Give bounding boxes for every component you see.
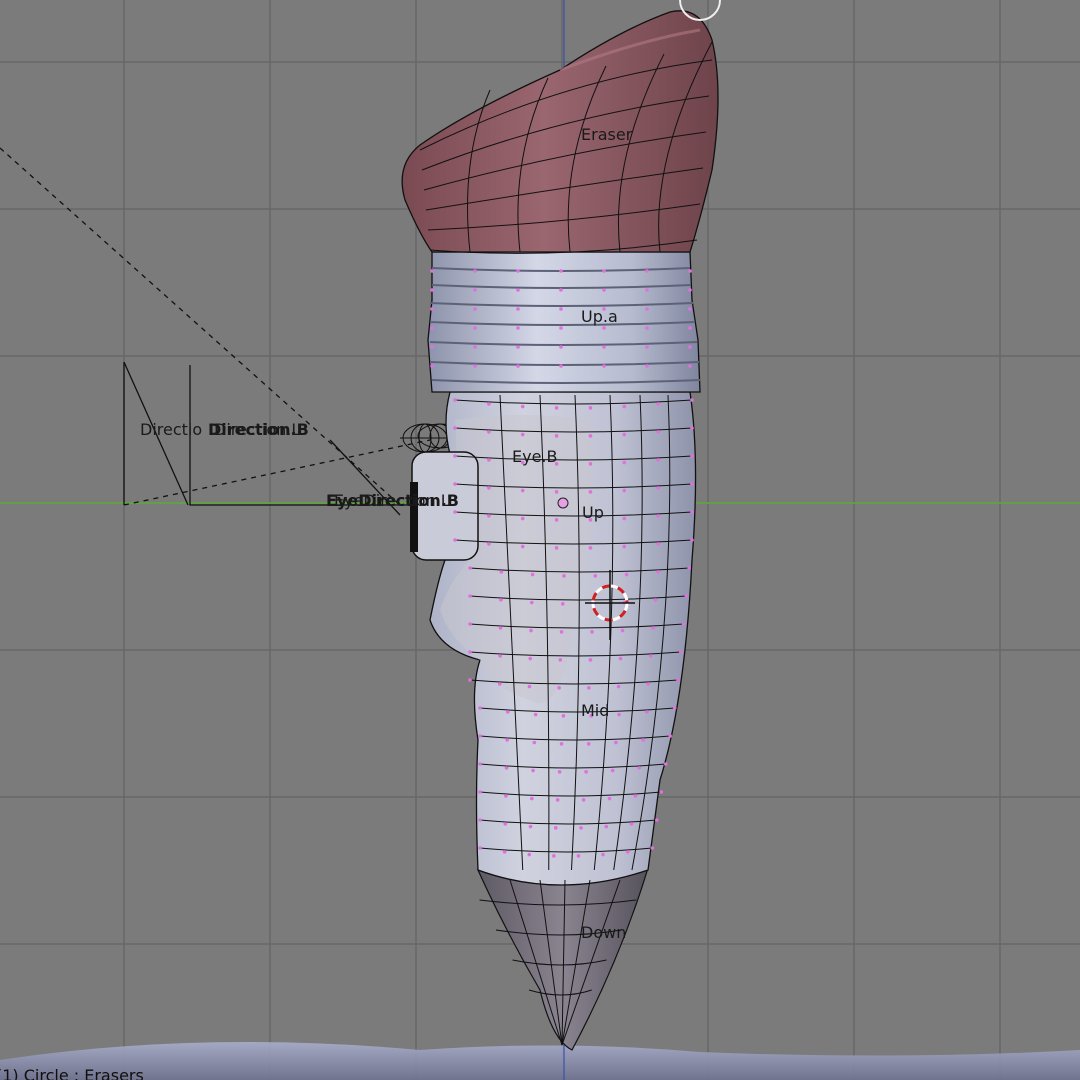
pencil-tip <box>476 867 649 1051</box>
pencil-eraser <box>401 10 719 253</box>
viewport-status-text: (1) Circle : Erasers <box>0 1066 144 1080</box>
floor-plane <box>0 1042 1080 1080</box>
bone-head-marker <box>557 497 569 509</box>
scene-canvas[interactable] <box>0 0 1080 1080</box>
eye-box <box>411 451 479 561</box>
direction-bones <box>0 147 431 516</box>
3d-viewport[interactable]: Eraser Up.a Eye.B Up Mid Down Directio D… <box>0 0 1080 1080</box>
pencil-ferrule <box>427 251 701 393</box>
